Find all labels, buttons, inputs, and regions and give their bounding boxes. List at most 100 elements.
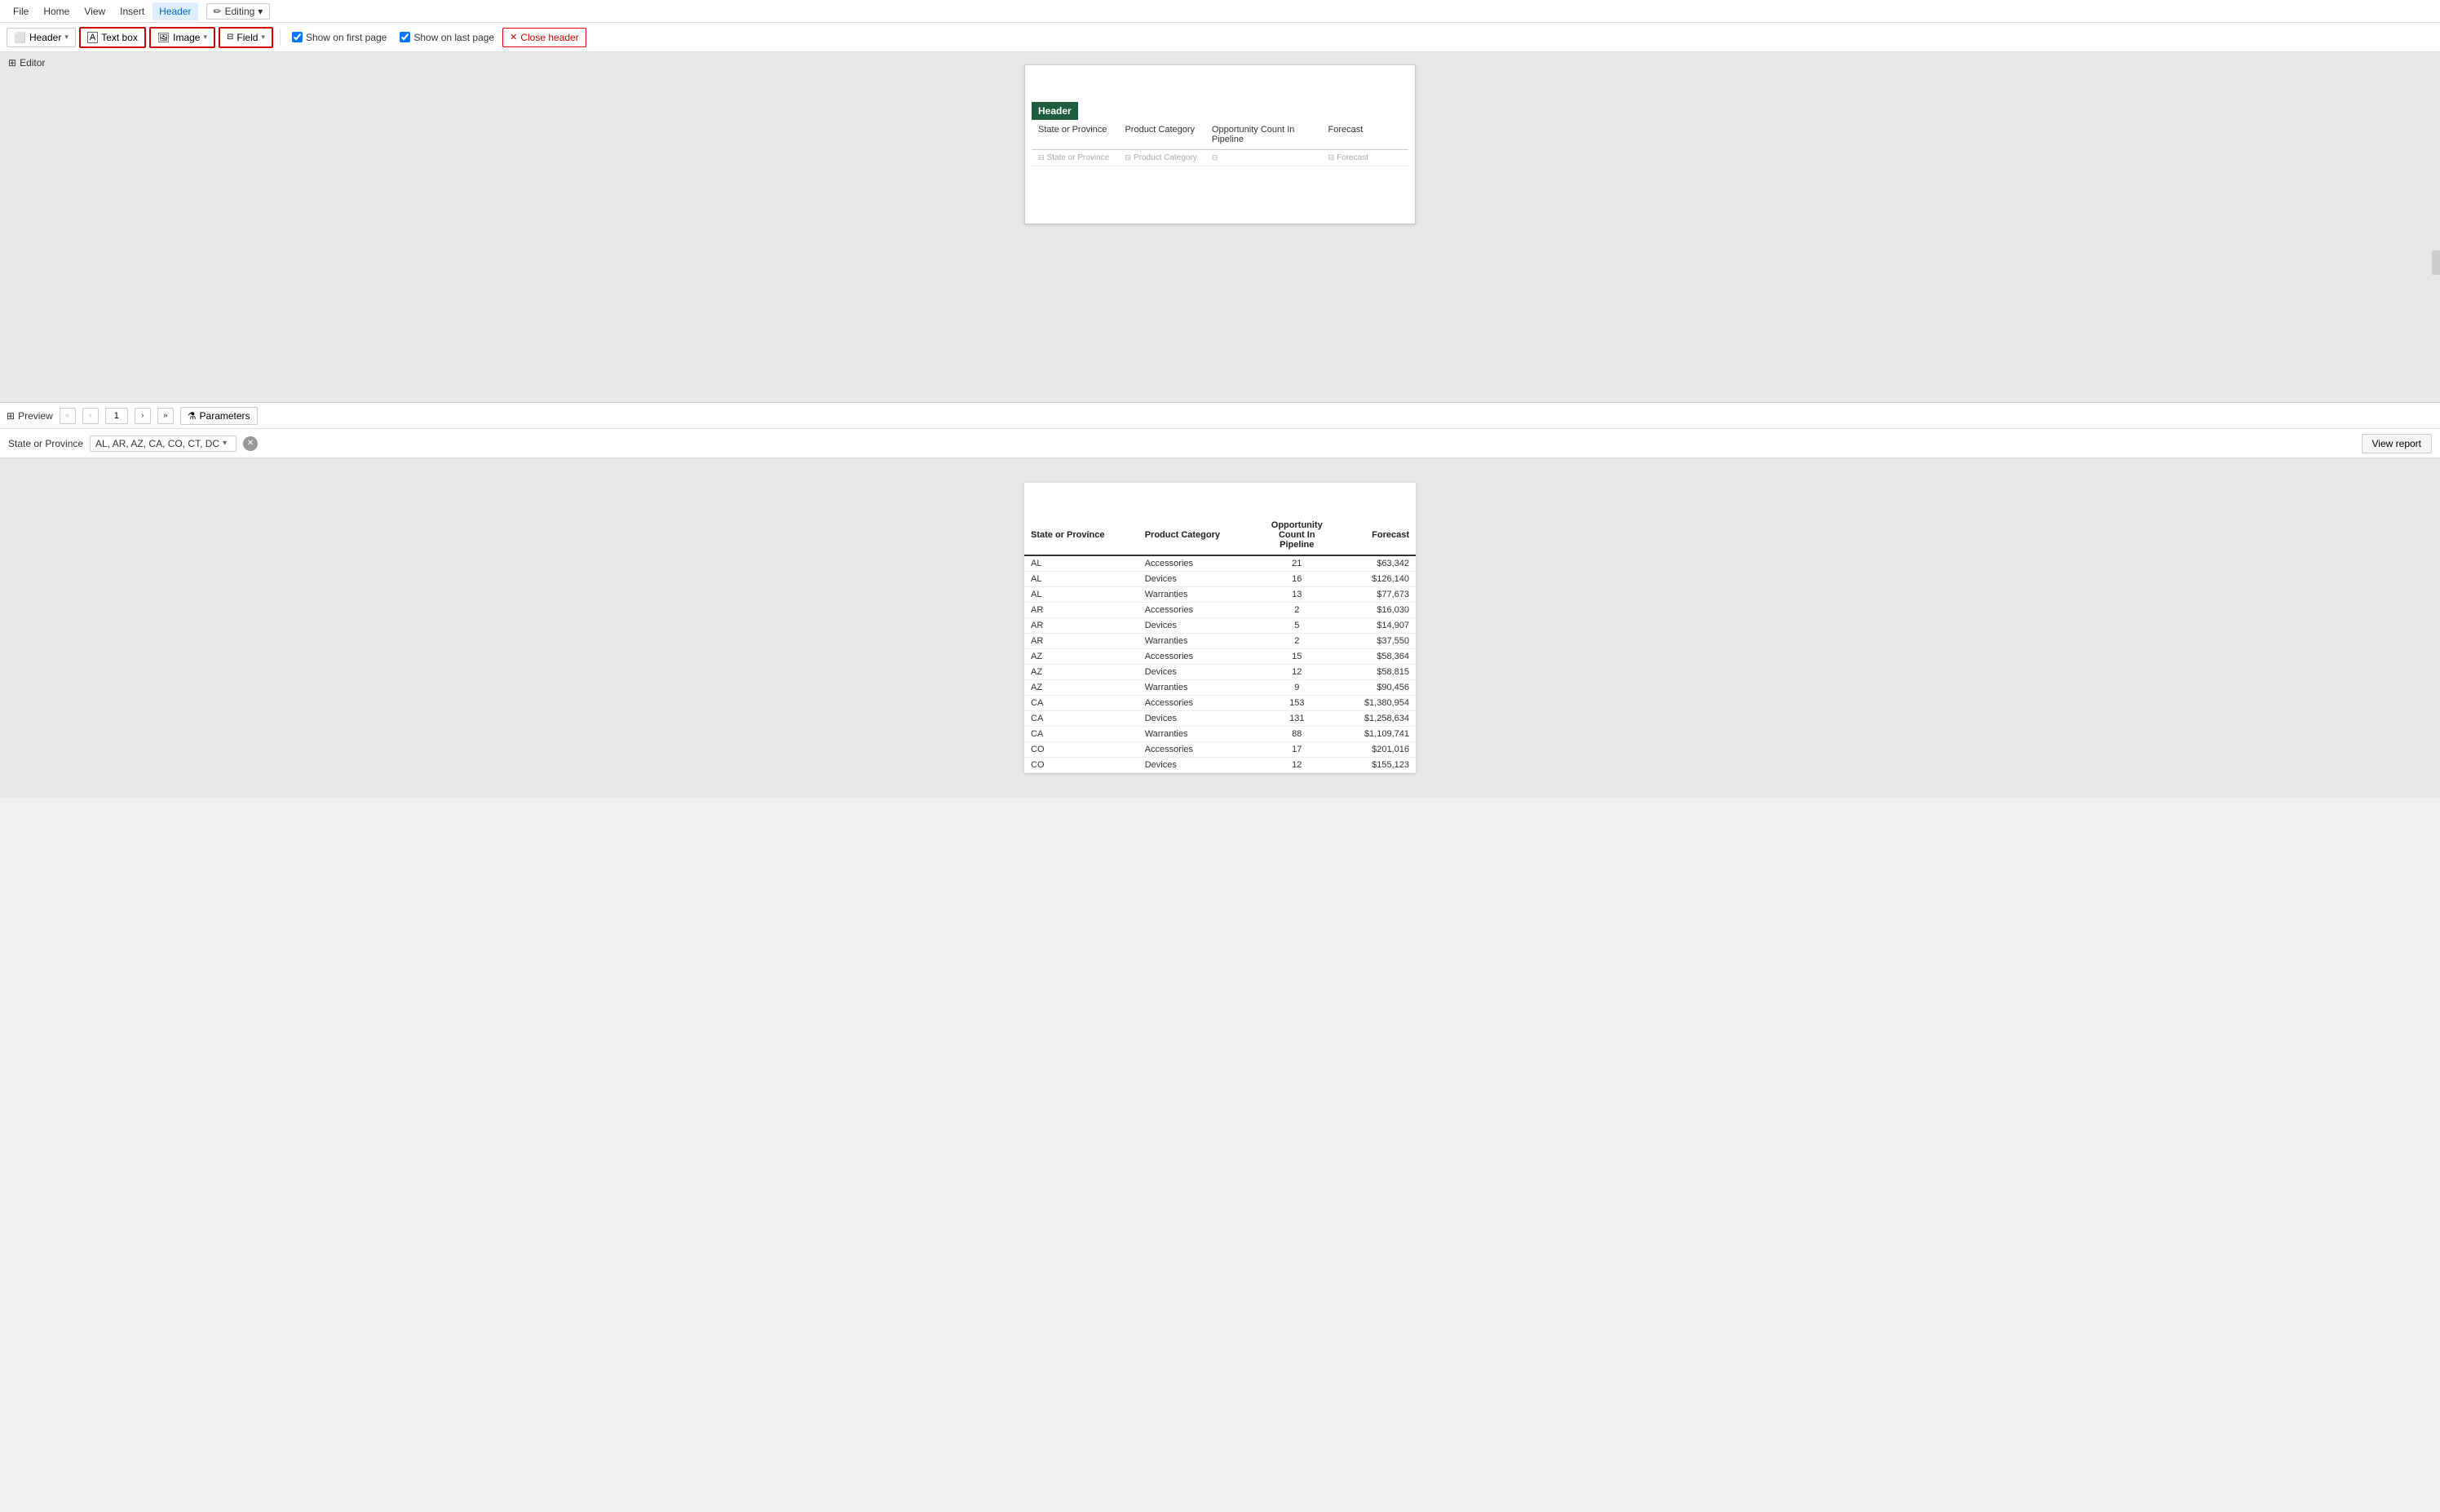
param-value: AL, AR, AZ, CA, CO, CT, DC xyxy=(95,438,219,449)
cell-category: Warranties xyxy=(1138,727,1254,742)
cell-forecast: $1,380,954 xyxy=(1340,696,1416,711)
cell-state: AL xyxy=(1024,555,1138,572)
parameters-button[interactable]: ⚗ Parameters xyxy=(180,407,258,425)
header-dropdown-arrow: ▾ xyxy=(64,33,69,42)
editor-canvas[interactable]: Header State or Province Product Categor… xyxy=(1024,64,1416,224)
param-label: State or Province xyxy=(8,438,83,449)
cell-count: 17 xyxy=(1254,742,1340,758)
cell-forecast: $126,140 xyxy=(1340,572,1416,587)
canvas-state-label: State or Province xyxy=(1047,153,1110,162)
state-field-icon: ⊟ xyxy=(1038,153,1045,162)
canvas-cell-state: ⊟ State or Province xyxy=(1032,152,1118,164)
editing-badge[interactable]: ✏ Editing ▾ xyxy=(206,3,271,20)
canvas-cell-forecast: ⊟ Forecast xyxy=(1322,152,1408,164)
editing-dropdown-arrow: ▾ xyxy=(258,6,263,17)
table-row: AL Devices 16 $126,140 xyxy=(1024,572,1416,587)
cell-count: 16 xyxy=(1254,572,1340,587)
data-page: State or Province Product Category Oppor… xyxy=(1024,483,1416,773)
cell-count: 88 xyxy=(1254,727,1340,742)
image-btn-label: Image xyxy=(173,32,200,43)
canvas-forecast-label: Forecast xyxy=(1337,153,1368,162)
table-row: AZ Accessories 15 $58,364 xyxy=(1024,649,1416,665)
menu-header[interactable]: Header xyxy=(152,2,197,20)
cell-category: Devices xyxy=(1138,711,1254,727)
param-select[interactable]: AL, AR, AZ, CA, CO, CT, DC ▾ xyxy=(90,435,236,452)
show-first-page-checkbox[interactable]: Show on first page xyxy=(287,30,391,45)
header-icon: ⬜ xyxy=(14,32,26,43)
cell-count: 15 xyxy=(1254,649,1340,665)
image-button[interactable]: 🖼 Image ▾ xyxy=(149,27,215,48)
textbox-icon: A xyxy=(87,32,98,43)
col-header-forecast: Forecast xyxy=(1340,515,1416,555)
textbox-button[interactable]: A Text box xyxy=(79,27,146,48)
menu-insert[interactable]: Insert xyxy=(113,2,151,20)
cell-category: Warranties xyxy=(1138,587,1254,603)
param-clear-button[interactable]: ✕ xyxy=(243,436,258,451)
show-last-page-checkbox[interactable]: Show on last page xyxy=(395,30,499,45)
cell-state: AR xyxy=(1024,618,1138,634)
show-last-page-input[interactable] xyxy=(400,32,410,42)
cell-category: Accessories xyxy=(1138,603,1254,618)
nav-last-button[interactable]: » xyxy=(157,408,174,424)
field-dropdown-arrow: ▾ xyxy=(261,33,265,42)
menu-view[interactable]: View xyxy=(77,2,112,20)
close-header-button[interactable]: ✕ Close header xyxy=(502,28,586,47)
header-band-label: Header xyxy=(1032,102,1078,120)
cell-category: Devices xyxy=(1138,572,1254,587)
nav-first-button[interactable]: « xyxy=(60,408,76,424)
table-row: AR Devices 5 $14,907 xyxy=(1024,618,1416,634)
page-number-input[interactable] xyxy=(105,408,128,424)
cell-category: Accessories xyxy=(1138,649,1254,665)
cell-state: CO xyxy=(1024,758,1138,773)
col-header-state: State or Province xyxy=(1024,515,1138,555)
cell-state: CA xyxy=(1024,727,1138,742)
canvas-col-product: Product Category xyxy=(1118,123,1205,146)
canvas-top-margin xyxy=(1025,65,1415,102)
cell-state: CA xyxy=(1024,696,1138,711)
editing-label: Editing xyxy=(225,6,255,17)
table-row: CO Accessories 17 $201,016 xyxy=(1024,742,1416,758)
cell-count: 12 xyxy=(1254,758,1340,773)
nav-next-button[interactable]: › xyxy=(135,408,151,424)
cell-count: 13 xyxy=(1254,587,1340,603)
close-header-label: Close header xyxy=(520,32,578,43)
cell-count: 9 xyxy=(1254,680,1340,696)
cell-forecast: $201,016 xyxy=(1340,742,1416,758)
table-row: AL Accessories 21 $63,342 xyxy=(1024,555,1416,572)
canvas-table-header: State or Province Product Category Oppor… xyxy=(1032,120,1408,150)
preview-bar: ⊞ Preview « ‹ › » ⚗ Parameters xyxy=(0,403,2440,429)
image-icon: 🖼 xyxy=(157,32,170,43)
table-row: CA Accessories 153 $1,380,954 xyxy=(1024,696,1416,711)
cell-forecast: $90,456 xyxy=(1340,680,1416,696)
cell-state: AL xyxy=(1024,587,1138,603)
cell-state: AR xyxy=(1024,603,1138,618)
cell-forecast: $58,815 xyxy=(1340,665,1416,680)
data-preview-area[interactable]: State or Province Product Category Oppor… xyxy=(0,458,2440,798)
cell-state: AR xyxy=(1024,634,1138,649)
preview-title: Preview xyxy=(18,410,53,422)
cell-category: Accessories xyxy=(1138,555,1254,572)
cell-forecast: $77,673 xyxy=(1340,587,1416,603)
header-btn-label: Header xyxy=(29,32,61,43)
field-button[interactable]: ⊟ Field ▾ xyxy=(219,27,273,48)
canvas-cell-opportunity: ⊟ xyxy=(1205,152,1322,164)
canvas-col-opportunity: Opportunity Count In Pipeline xyxy=(1205,123,1322,146)
editor-grid-icon: ⊞ xyxy=(8,57,16,69)
menu-home[interactable]: Home xyxy=(37,2,76,20)
header-button[interactable]: ⬜ Header ▾ xyxy=(7,28,76,47)
table-header-row: State or Province Product Category Oppor… xyxy=(1024,515,1416,555)
canvas-col-state: State or Province xyxy=(1032,123,1118,146)
editor-scrollbar-handle[interactable] xyxy=(2432,250,2440,275)
nav-prev-button[interactable]: ‹ xyxy=(82,408,99,424)
cell-forecast: $37,550 xyxy=(1340,634,1416,649)
toolbar-separator-1 xyxy=(280,29,281,46)
menu-bar: File Home View Insert Header ✏ Editing ▾ xyxy=(0,0,2440,23)
view-report-button[interactable]: View report xyxy=(2362,434,2432,453)
show-first-page-input[interactable] xyxy=(292,32,303,42)
cell-forecast: $155,123 xyxy=(1340,758,1416,773)
menu-file[interactable]: File xyxy=(7,2,35,20)
cell-forecast: $1,109,741 xyxy=(1340,727,1416,742)
close-x-icon: ✕ xyxy=(510,32,517,42)
cell-category: Devices xyxy=(1138,618,1254,634)
canvas-product-label: Product Category xyxy=(1134,153,1197,162)
